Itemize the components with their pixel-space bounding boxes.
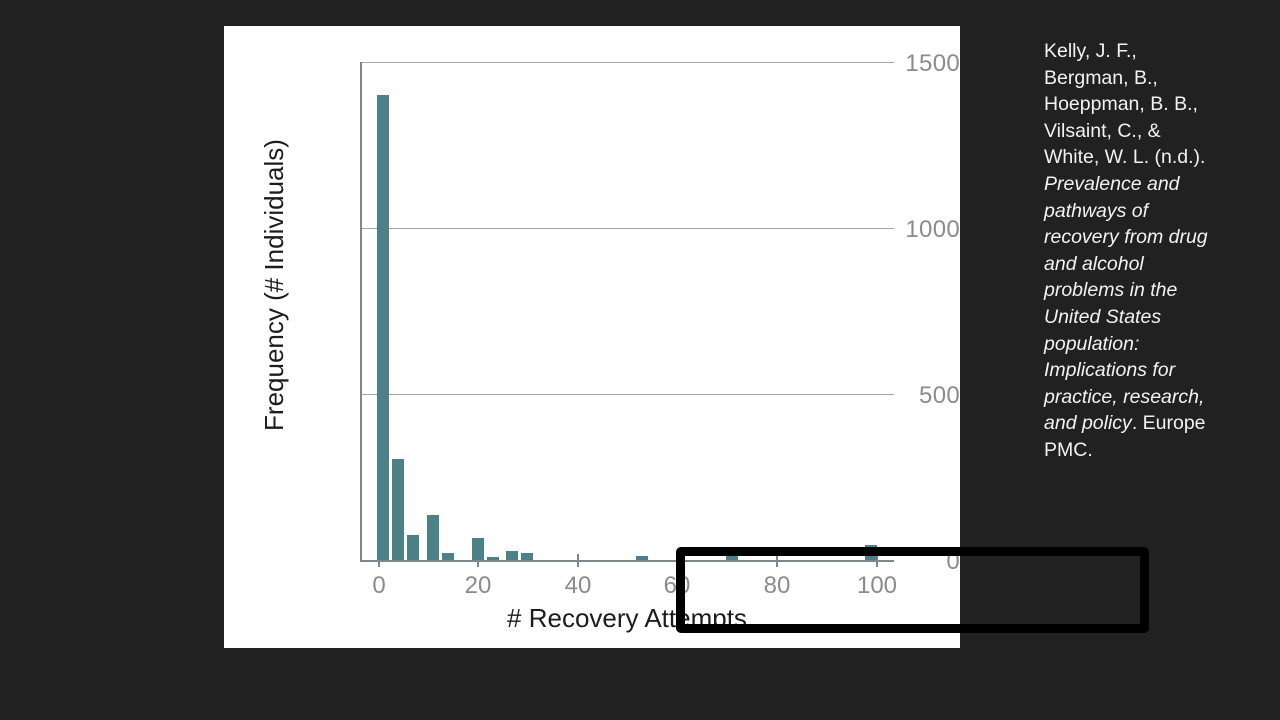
gridline-1500 bbox=[360, 62, 894, 63]
histogram-bar bbox=[506, 551, 519, 560]
histogram-bar bbox=[471, 538, 484, 560]
x-tick-label-60: 60 bbox=[663, 572, 691, 599]
x-tick-label-20: 20 bbox=[464, 572, 492, 599]
x-tick-mark-60 bbox=[676, 554, 678, 567]
histogram-bar bbox=[406, 535, 419, 560]
y-axis-line bbox=[360, 62, 362, 561]
x-tick-label-0: 0 bbox=[372, 572, 386, 599]
y-tick-label-1000: 1000 bbox=[905, 216, 960, 243]
histogram-bar bbox=[725, 554, 738, 560]
x-axis-line bbox=[360, 560, 894, 562]
x-tick-label-80: 80 bbox=[763, 572, 791, 599]
x-tick-label-40: 40 bbox=[564, 572, 592, 599]
x-tick-mark-80 bbox=[776, 554, 778, 567]
histogram-bar bbox=[865, 545, 877, 560]
histogram-bar bbox=[441, 552, 454, 560]
histogram-chart: 1500 1000 500 0 0 20 40 60 80 100 Freque… bbox=[224, 26, 960, 648]
y-tick-label-1500: 1500 bbox=[905, 50, 960, 77]
histogram-bar bbox=[426, 515, 439, 560]
citation-text: Kelly, J. F., Bergman, B., Hoeppman, B. … bbox=[1044, 38, 1208, 464]
histogram-bar bbox=[377, 95, 389, 560]
histogram-bar bbox=[521, 552, 534, 560]
citation-authors: Kelly, J. F., Bergman, B., Hoeppman, B. … bbox=[1044, 40, 1206, 169]
histogram-bar bbox=[391, 458, 404, 560]
citation-title: Prevalence and pathways of recovery from… bbox=[1044, 172, 1208, 435]
gridline-500 bbox=[360, 394, 894, 395]
histogram-bar bbox=[486, 556, 499, 560]
histogram-bar bbox=[635, 556, 648, 560]
y-tick-label-500: 500 bbox=[919, 382, 960, 409]
x-tick-mark-40 bbox=[577, 554, 579, 567]
y-axis-title: Frequency (# Individuals) bbox=[259, 139, 289, 431]
x-axis-title: # Recovery Attempts bbox=[507, 603, 747, 633]
slide-canvas: 1500 1000 500 0 0 20 40 60 80 100 Freque… bbox=[0, 0, 1280, 720]
y-tick-label-0: 0 bbox=[946, 548, 960, 575]
gridline-1000 bbox=[360, 228, 894, 229]
x-tick-label-100: 100 bbox=[856, 572, 898, 599]
figure-card: 1500 1000 500 0 0 20 40 60 80 100 Freque… bbox=[224, 26, 1149, 648]
